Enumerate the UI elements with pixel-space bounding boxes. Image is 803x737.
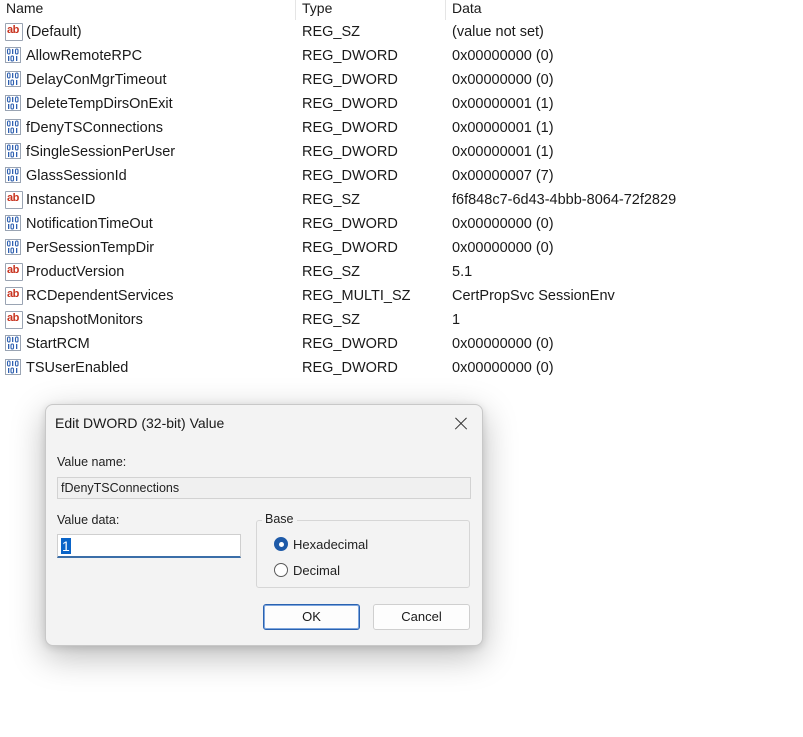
radio-decimal-indicator[interactable] [274,563,288,577]
row-data: 0x00000000 (0) [452,360,554,376]
radio-hexadecimal[interactable]: Hexadecimal [274,535,368,553]
row-type: REG_DWORD [302,216,398,232]
row-type: REG_DWORD [302,144,398,160]
binary-value-icon [5,239,23,257]
radio-decimal[interactable]: Decimal [274,561,340,579]
value-name-field: fDenyTSConnections [57,477,471,499]
string-value-icon: ab [5,191,23,209]
string-value-icon: ab [5,287,23,305]
dialog-title: Edit DWORD (32-bit) Value [55,415,225,431]
row-name: StartRCM [26,336,90,352]
string-value-icon: ab [5,263,23,281]
binary-value-icon [5,215,23,233]
close-icon[interactable] [448,411,474,437]
row-data: 0x00000000 (0) [452,48,554,64]
edit-dword-dialog: Edit DWORD (32-bit) Value Value name: fD… [45,404,483,646]
table-row[interactable]: fSingleSessionPerUser REG_DWORD 0x00000001… [0,140,803,164]
row-type: REG_DWORD [302,120,398,136]
row-name: SnapshotMonitors [26,312,143,328]
value-data-input[interactable]: 1 [57,534,241,558]
binary-value-icon [5,95,23,113]
row-name: fSingleSessionPerUser [26,144,176,160]
row-name: InstanceID [26,192,96,208]
table-row[interactable]: StartRCM REG_DWORD 0x00000000 (0) [0,332,803,356]
row-data: CertPropSvc SessionEnv [452,288,615,304]
cancel-button[interactable]: Cancel [373,604,470,630]
dialog-titlebar[interactable]: Edit DWORD (32-bit) Value [46,405,482,443]
radio-hexadecimal-indicator[interactable] [274,537,288,551]
row-name: NotificationTimeOut [26,216,153,232]
column-header-name[interactable]: Name [6,0,43,20]
column-header-data[interactable]: Data [445,0,482,20]
row-type: REG_SZ [302,312,361,328]
row-name: DeleteTempDirsOnExit [26,96,173,112]
table-row[interactable]: AllowRemoteRPC REG_DWORD 0x00000000 (0) [0,44,803,68]
row-data: 0x00000007 (7) [452,168,554,184]
row-type: REG_DWORD [302,240,398,256]
row-type: REG_SZ [302,264,361,280]
registry-values-list: Name Type Data ab (Default) REG_SZ (value n… [0,0,803,380]
row-name: PerSessionTempDir [26,240,155,256]
row-type: REG_DWORD [302,336,398,352]
ok-button[interactable]: OK [263,604,360,630]
row-type: REG_DWORD [302,72,398,88]
row-type: REG_SZ [302,24,361,40]
row-name: (Default) [26,24,82,40]
row-data: 5.1 [452,264,473,280]
row-name: GlassSessionId [26,168,127,184]
row-type: REG_MULTI_SZ [302,288,411,304]
table-row[interactable]: ab SnapshotMonitors REG_SZ 1 [0,308,803,332]
table-row[interactable]: DeleteTempDirsOnExit REG_DWORD 0x00000001 … [0,92,803,116]
binary-value-icon [5,359,23,377]
list-header: Name Type Data [0,0,803,20]
table-row[interactable]: ab ProductVersion REG_SZ 5.1 [0,260,803,284]
row-data: f6f848c7-6d43-4bbb-8064-72f2829 [452,192,677,208]
table-row[interactable]: ab InstanceID REG_SZ f6f848c7-6d43-4bbb-806… [0,188,803,212]
row-name: RCDependentServices [26,288,174,304]
radio-decimal-label: Decimal [293,562,340,578]
binary-value-icon [5,143,23,161]
row-type: REG_DWORD [302,168,398,184]
binary-value-icon [5,167,23,185]
table-row[interactable]: TSUserEnabled REG_DWORD 0x00000000 (0) [0,356,803,380]
row-data: 0x00000000 (0) [452,240,554,256]
table-row[interactable]: PerSessionTempDir REG_DWORD 0x00000000 (0) [0,236,803,260]
value-data-label: Value data: [57,513,120,527]
table-row[interactable]: DelayConMgrTimeout REG_DWORD 0x00000000 (0… [0,68,803,92]
row-type: REG_DWORD [302,360,398,376]
table-row[interactable]: ab (Default) REG_SZ (value not set) [0,20,803,44]
row-name: TSUserEnabled [26,360,129,376]
table-row[interactable]: GlassSessionId REG_DWORD 0x00000007 (7) [0,164,803,188]
binary-value-icon [5,119,23,137]
row-data: 0x00000000 (0) [452,336,554,352]
row-data: 0x00000000 (0) [452,216,554,232]
row-data: 0x00000001 (1) [452,120,554,136]
row-name: DelayConMgrTimeout [26,72,167,88]
row-name: fDenyTSConnections [26,120,164,136]
row-name: ProductVersion [26,264,125,280]
string-value-icon: ab [5,311,23,329]
row-data: 0x00000001 (1) [452,144,554,160]
table-row[interactable]: NotificationTimeOut REG_DWORD 0x00000000 (… [0,212,803,236]
row-data: (value not set) [452,24,544,40]
column-header-type[interactable]: Type [295,0,332,20]
radio-hexadecimal-label: Hexadecimal [293,536,369,552]
row-name: AllowRemoteRPC [26,48,143,64]
value-name-label: Value name: [57,455,127,469]
string-value-icon: ab [5,23,23,41]
binary-value-icon [5,71,23,89]
binary-value-icon [5,47,23,65]
row-data: 0x00000000 (0) [452,72,554,88]
row-type: REG_SZ [302,192,361,208]
base-label: Base [262,512,297,526]
row-type: REG_DWORD [302,48,398,64]
binary-value-icon [5,335,23,353]
row-data: 0x00000001 (1) [452,96,554,112]
table-row[interactable]: fDenyTSConnections REG_DWORD 0x00000001 (1… [0,116,803,140]
value-data-text: 1 [61,538,71,554]
list-rows: ab (Default) REG_SZ (value not set) AllowRem… [0,20,803,380]
table-row[interactable]: ab RCDependentServices REG_MULTI_SZ CertPro… [0,284,803,308]
row-type: REG_DWORD [302,96,398,112]
row-data: 1 [452,312,461,328]
